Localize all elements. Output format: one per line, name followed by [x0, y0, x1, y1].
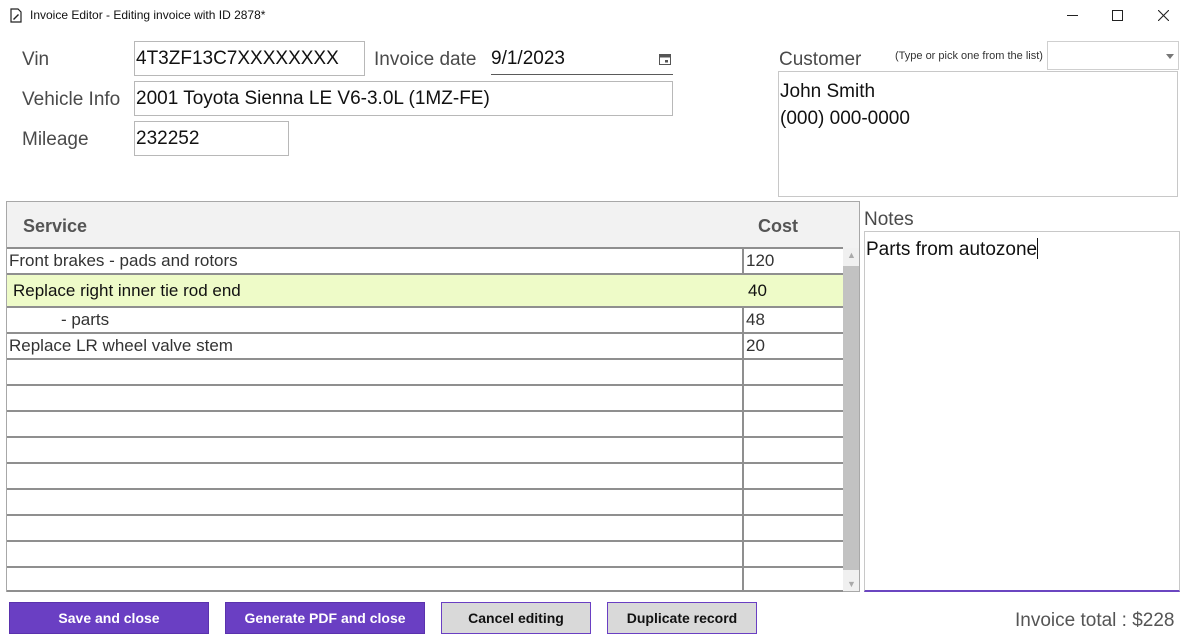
table-row[interactable] — [7, 384, 843, 410]
table-row[interactable] — [7, 514, 843, 540]
chevron-down-icon — [1166, 54, 1174, 59]
scroll-up-arrow-icon[interactable]: ▲ — [847, 250, 856, 260]
cost-cell[interactable] — [742, 464, 843, 488]
cost-cell[interactable] — [742, 490, 843, 514]
notes-label: Notes — [864, 209, 914, 230]
cancel-editing-button[interactable]: Cancel editing — [441, 602, 591, 634]
cost-cell[interactable] — [742, 360, 843, 384]
service-cell[interactable] — [7, 412, 742, 436]
cost-cell[interactable] — [742, 542, 843, 566]
service-cell[interactable] — [7, 568, 742, 590]
cost-cell[interactable]: 40 — [742, 275, 843, 306]
table-row[interactable]: Front brakes - pads and rotors 120 — [7, 247, 843, 273]
notes-textarea[interactable]: Parts from autozone — [864, 231, 1180, 592]
invoice-date-value: 9/1/2023 — [491, 48, 565, 69]
column-header-service[interactable]: Service — [23, 216, 87, 237]
table-row-selected[interactable]: Replace right inner tie rod end 40 — [7, 273, 843, 306]
maximize-icon — [1111, 10, 1123, 21]
service-cell[interactable]: Front brakes - pads and rotors — [7, 249, 742, 273]
service-cell[interactable]: Replace right inner tie rod end — [7, 275, 742, 306]
calendar-icon[interactable] — [659, 53, 671, 65]
services-grid: Service Cost Front brakes - pads and rot… — [6, 201, 860, 592]
cost-cell[interactable] — [742, 516, 843, 540]
cost-cell[interactable] — [742, 386, 843, 410]
service-cell[interactable]: Replace LR wheel valve stem — [7, 334, 742, 358]
close-icon — [1157, 10, 1169, 21]
invoice-total: Invoice total : $228 — [1015, 610, 1175, 631]
table-row[interactable] — [7, 358, 843, 384]
table-row[interactable] — [7, 540, 843, 566]
duplicate-record-button[interactable]: Duplicate record — [607, 602, 757, 634]
cost-cell[interactable] — [742, 412, 843, 436]
customer-hint: (Type or pick one from the list) — [895, 50, 1043, 62]
minimize-icon — [1066, 15, 1078, 16]
column-header-cost[interactable]: Cost — [758, 216, 798, 237]
save-and-close-button[interactable]: Save and close — [9, 602, 209, 634]
cost-cell[interactable]: 48 — [742, 308, 843, 332]
table-row[interactable] — [7, 436, 843, 462]
table-row[interactable]: Replace LR wheel valve stem 20 — [7, 332, 843, 358]
vin-input[interactable]: 4T3ZF13C7XXXXXXXX — [134, 41, 365, 76]
table-row[interactable] — [7, 488, 843, 514]
mileage-label: Mileage — [22, 129, 89, 150]
document-edit-icon — [10, 8, 22, 23]
minimize-button[interactable] — [1049, 0, 1095, 31]
customer-dropdown[interactable] — [1047, 41, 1179, 70]
cost-cell[interactable]: 20 — [742, 334, 843, 358]
cost-cell[interactable]: 120 — [742, 249, 843, 273]
table-row[interactable] — [7, 462, 843, 488]
table-row[interactable]: - parts 48 — [7, 306, 843, 332]
close-button[interactable] — [1140, 0, 1186, 31]
table-row[interactable] — [7, 566, 843, 592]
scroll-down-arrow-icon[interactable]: ▼ — [847, 579, 856, 589]
maximize-button[interactable] — [1094, 0, 1140, 31]
customer-details-textarea[interactable]: John Smith (000) 000-0000 — [778, 71, 1178, 197]
invoice-date-label: Invoice date — [374, 49, 477, 70]
grid-rows: Front brakes - pads and rotors 120 Repla… — [7, 247, 843, 592]
cost-cell[interactable] — [742, 438, 843, 462]
customer-phone: (000) 000-0000 — [780, 108, 910, 129]
vin-label: Vin — [22, 49, 50, 70]
service-cell[interactable]: - parts — [7, 308, 742, 332]
service-cell[interactable] — [7, 386, 742, 410]
vehicle-info-input[interactable]: 2001 Toyota Sienna LE V6-3.0L (1MZ-FE) — [134, 81, 673, 116]
service-cell[interactable] — [7, 516, 742, 540]
vehicle-info-label: Vehicle Info — [22, 89, 121, 110]
customer-label: Customer — [779, 49, 862, 70]
grid-scrollbar[interactable]: ▲ ▼ — [843, 248, 859, 591]
service-cell[interactable] — [7, 542, 742, 566]
service-cell[interactable] — [7, 464, 742, 488]
service-cell[interactable] — [7, 490, 742, 514]
cost-cell[interactable] — [742, 568, 843, 590]
window-title: Invoice Editor - Editing invoice with ID… — [30, 8, 266, 22]
notes-text: Parts from autozone — [866, 239, 1038, 260]
invoice-date-picker[interactable]: 9/1/2023 — [491, 42, 673, 75]
service-cell[interactable] — [7, 438, 742, 462]
service-cell[interactable] — [7, 360, 742, 384]
generate-pdf-button[interactable]: Generate PDF and close — [225, 602, 425, 634]
customer-name: John Smith — [780, 81, 876, 102]
grid-header: Service Cost — [7, 202, 859, 248]
mileage-input[interactable]: 232252 — [134, 121, 289, 156]
text-cursor — [1037, 238, 1039, 259]
table-row[interactable] — [7, 410, 843, 436]
scroll-thumb[interactable] — [843, 266, 859, 570]
title-bar: Invoice Editor - Editing invoice with ID… — [0, 0, 1186, 31]
